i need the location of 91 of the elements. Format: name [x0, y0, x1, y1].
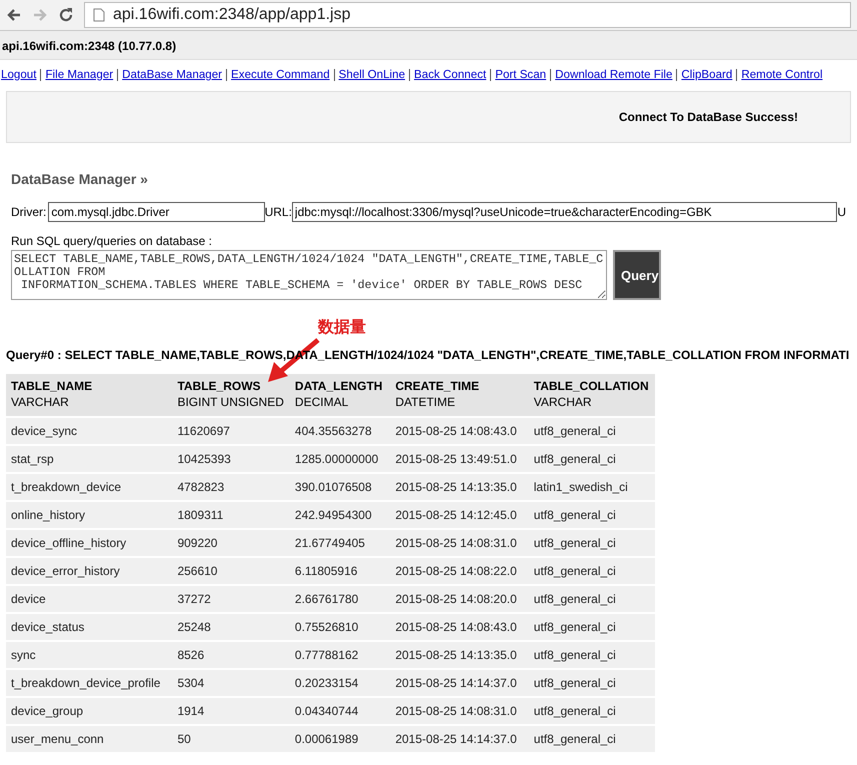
driver-field[interactable]: com.mysql.jdbc.Driver	[48, 202, 265, 222]
column-header: TABLE_ROWS BIGINT UNSIGNED	[172, 374, 290, 417]
table-cell: utf8_general_ci	[528, 725, 655, 753]
table-cell: utf8_general_ci	[528, 641, 655, 669]
nav-link[interactable]: Port Scan	[495, 68, 546, 81]
nav-link[interactable]: Back Connect	[414, 68, 486, 81]
table-cell: 11620697	[172, 417, 290, 445]
table-cell: 256610	[172, 557, 290, 585]
table-cell: 37272	[172, 585, 290, 613]
table-cell: 404.35563278	[290, 417, 390, 445]
table-cell: device	[6, 585, 172, 613]
nav-link[interactable]: ClipBoard	[681, 68, 732, 81]
table-cell: 2015-08-25 14:14:37.0	[390, 669, 529, 697]
table-cell: device_offline_history	[6, 529, 172, 557]
table-cell: 242.94954300	[290, 501, 390, 529]
table-cell: 2015-08-25 14:08:31.0	[390, 529, 529, 557]
table-cell: 2015-08-25 14:13:35.0	[390, 473, 529, 501]
table-cell: 6.11805916	[290, 557, 390, 585]
table-cell: 2015-08-25 14:14:37.0	[390, 725, 529, 753]
table-cell: 2015-08-25 13:49:51.0	[390, 445, 529, 473]
table-cell: 1914	[172, 697, 290, 725]
page-icon	[93, 8, 105, 22]
table-cell: utf8_general_ci	[528, 557, 655, 585]
column-header: TABLE_NAME VARCHAR	[6, 374, 172, 417]
table-cell: sync	[6, 641, 172, 669]
back-icon[interactable]	[6, 7, 22, 23]
table-cell: t_breakdown_device	[6, 473, 172, 501]
table-cell: 8526	[172, 641, 290, 669]
column-header: CREATE_TIME DATETIME	[390, 374, 529, 417]
reload-icon[interactable]	[58, 7, 74, 23]
table-cell: 21.67749405	[290, 529, 390, 557]
table-cell: 2015-08-25 14:08:43.0	[390, 613, 529, 641]
table-cell: online_history	[6, 501, 172, 529]
table-cell: 2015-08-25 14:13:35.0	[390, 641, 529, 669]
table-cell: utf8_general_ci	[528, 697, 655, 725]
address-bar[interactable]: api.16wifi.com:2348/app/app1.jsp	[84, 2, 851, 28]
sql-label: Run SQL query/queries on database :	[11, 234, 212, 248]
table-cell: utf8_general_ci	[528, 669, 655, 697]
table-cell: device_group	[6, 697, 172, 725]
table-cell: utf8_general_ci	[528, 445, 655, 473]
table-cell: 10425393	[172, 445, 290, 473]
query-button[interactable]: Query	[613, 250, 661, 300]
table-cell: 1809311	[172, 501, 290, 529]
table-cell: t_breakdown_device_profile	[6, 669, 172, 697]
nav-link[interactable]: DataBase Manager	[122, 68, 222, 81]
table-cell: 2015-08-25 14:08:43.0	[390, 417, 529, 445]
driver-label: Driver:	[11, 205, 46, 219]
table-cell: utf8_general_ci	[528, 501, 655, 529]
table-cell: 0.04340744	[290, 697, 390, 725]
table-cell: 5304	[172, 669, 290, 697]
table-cell: stat_rsp	[6, 445, 172, 473]
sql-query-field[interactable]: SELECT TABLE_NAME,TABLE_ROWS,DATA_LENGTH/1024/1024 "DATA_LENGTH",CREATE_TIME,TABLE_COLLATION FROM INFORMATION_SCHEMA.TABLES WHERE TABLE_SCHEMA = 'device' ORDER BY TABLE_ROWS DESC	[11, 250, 607, 300]
field-label: U	[837, 205, 846, 219]
table-cell: 909220	[172, 529, 290, 557]
url-label: URL:	[264, 205, 292, 219]
table-cell: 0.00061989	[290, 725, 390, 753]
table-cell: 2.66761780	[290, 585, 390, 613]
table-cell: utf8_general_ci	[528, 417, 655, 445]
status-message: Connect To DataBase Success!	[618, 110, 798, 124]
table-cell: 0.20233154	[290, 669, 390, 697]
table-cell: 2015-08-25 14:08:20.0	[390, 585, 529, 613]
table-cell: 2015-08-25 14:08:31.0	[390, 697, 529, 725]
column-header: TABLE_COLLATION VARCHAR	[528, 374, 655, 417]
nav-link[interactable]: Download Remote File	[555, 68, 672, 81]
table-cell: utf8_general_ci	[528, 585, 655, 613]
nav-link[interactable]: Shell OnLine	[338, 68, 406, 81]
table-cell: 390.01076508	[290, 473, 390, 501]
table-cell: 1285.00000000	[290, 445, 390, 473]
host-header: api.16wifi.com:2348 (10.77.0.8)	[0, 31, 857, 60]
table-cell: latin1_swedish_ci	[528, 473, 655, 501]
table-cell: utf8_general_ci	[528, 613, 655, 641]
table-cell: device_sync	[6, 417, 172, 445]
table-cell: 2015-08-25 14:12:45.0	[390, 501, 529, 529]
nav-link[interactable]: Remote Control	[741, 68, 823, 81]
annotation-text: 数据量	[318, 318, 366, 338]
nav-link[interactable]: Execute Command	[231, 68, 330, 81]
table-cell: 50	[172, 725, 290, 753]
table-cell: 4782823	[172, 473, 290, 501]
table-cell: 0.75526810	[290, 613, 390, 641]
nav-link[interactable]: File Manager	[45, 68, 114, 81]
nav-link[interactable]: Logout	[1, 68, 36, 81]
table-cell: user_menu_conn	[6, 725, 172, 753]
table-cell: device_error_history	[6, 557, 172, 585]
column-header: DATA_LENGTH DECIMAL	[290, 374, 390, 417]
table-cell: device_status	[6, 613, 172, 641]
table-cell: 2015-08-25 14:08:22.0	[390, 557, 529, 585]
url-field[interactable]: jdbc:mysql://localhost:3306/mysql?useUnicode=true&characterEncoding=GBK	[292, 202, 838, 222]
section-title: DataBase Manager »	[11, 171, 149, 187]
table-cell: utf8_general_ci	[528, 529, 655, 557]
table-cell: 0.77788162	[290, 641, 390, 669]
table-cell: 25248	[172, 613, 290, 641]
